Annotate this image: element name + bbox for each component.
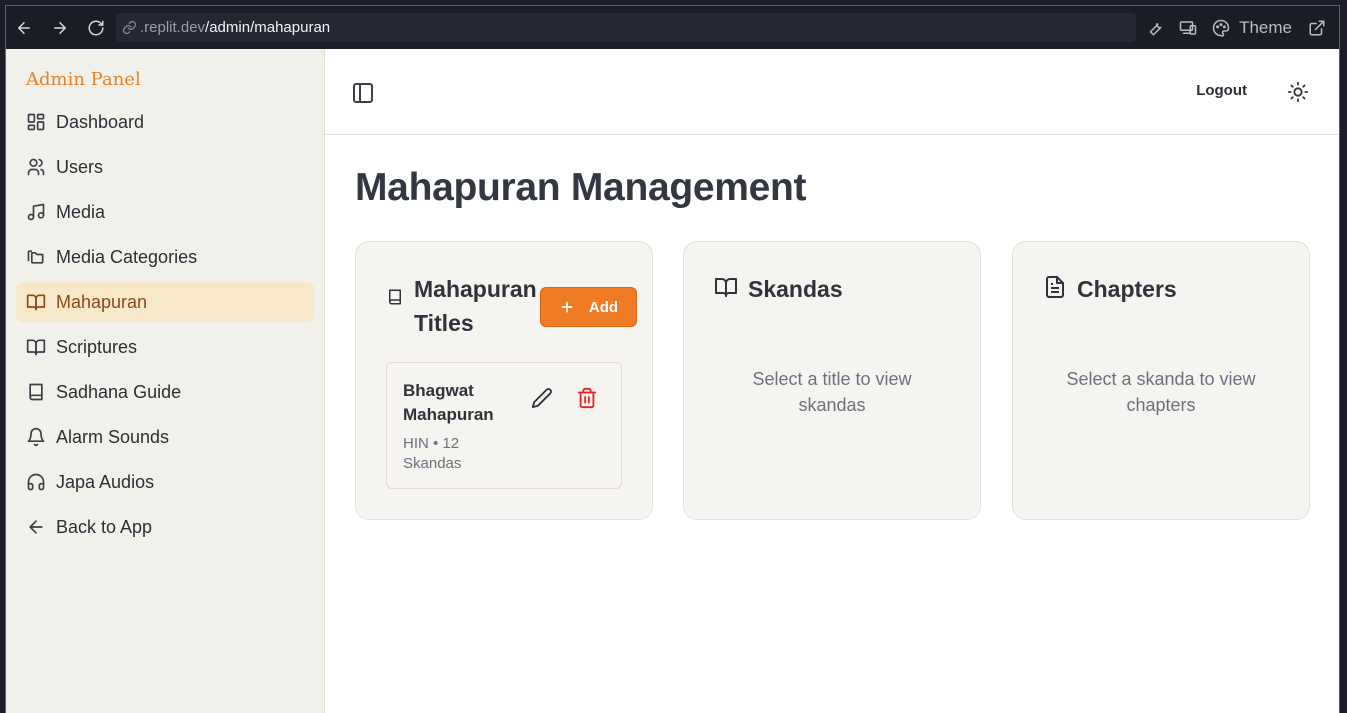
- book-open-icon: [26, 339, 46, 356]
- chapters-card-header: Chapters: [1043, 272, 1177, 306]
- dashboard-icon: [27, 113, 45, 131]
- sidebar-item-back-to-app[interactable]: Back to App: [16, 507, 314, 547]
- users-icon: [27, 158, 45, 176]
- pencil-icon[interactable]: [531, 387, 553, 409]
- sidebar-item-label: Dashboard: [56, 111, 145, 132]
- sun-icon[interactable]: [1287, 81, 1309, 103]
- sidebar-item-label: Sadhana Guide: [56, 381, 182, 402]
- headphones-icon: [27, 473, 45, 491]
- sidebar-item-label: Alarm Sounds: [56, 426, 170, 447]
- skandas-card: Skandas Select a title to view skandas: [683, 241, 981, 520]
- palette-icon[interactable]: [1204, 6, 1237, 49]
- book-open-icon: [26, 294, 46, 311]
- skandas-empty-message: Select a title to view skandas: [752, 369, 912, 415]
- chapters-card: Chapters Select a skanda to view chapter…: [1012, 241, 1310, 520]
- sidebar-item-dashboard[interactable]: Dashboard: [16, 102, 314, 142]
- title-item-name: Bhagwat Mahapuran: [403, 381, 494, 424]
- sidebar-item-label: Media: [56, 201, 106, 222]
- theme-button[interactable]: Theme: [1239, 18, 1292, 38]
- sidebar: Admin Panel Dashboard Users Media Media …: [6, 49, 325, 713]
- book-icon: [389, 289, 401, 305]
- chapters-empty-message: Select a skanda to view chapters: [1066, 369, 1256, 415]
- page-title: Mahapuran Management: [355, 166, 807, 209]
- chapters-card-heading: Chapters: [1077, 276, 1177, 302]
- top-header: Logout: [325, 49, 1339, 135]
- external-link-icon[interactable]: [1300, 6, 1333, 49]
- title-list-item[interactable]: Bhagwat Mahapuran HIN • 12 Skandas: [386, 362, 622, 489]
- trash-icon[interactable]: [576, 387, 598, 409]
- titles-card: Mahapuran Titles Add Bhagwat Mahapuran H…: [355, 241, 653, 520]
- link-icon: [122, 20, 137, 35]
- sidebar-item-label: Users: [56, 156, 104, 177]
- url-path: /admin/mahapuran: [205, 19, 331, 36]
- sidebar-item-mahapuran[interactable]: Mahapuran: [16, 282, 314, 322]
- sidebar-toggle-icon[interactable]: [351, 81, 375, 105]
- titles-card-heading: Mahapuran Titles: [414, 276, 537, 336]
- url-bar[interactable]: .replit.dev/admin/mahapuran: [116, 13, 1136, 42]
- sidebar-item-label: Mahapuran: [56, 291, 148, 312]
- sidebar-item-label: Japa Audios: [56, 471, 155, 492]
- url-host: .replit.dev: [140, 19, 206, 36]
- admin-app: Admin Panel Dashboard Users Media Media …: [6, 49, 1339, 713]
- add-button-label: Add: [588, 298, 619, 316]
- skandas-card-header: Skandas: [714, 272, 843, 306]
- devices-icon[interactable]: [1171, 6, 1204, 49]
- browser-window: .replit.dev/admin/mahapuran Theme Admin …: [5, 5, 1340, 713]
- sidebar-item-label: Back to App: [56, 516, 153, 537]
- sidebar-item-media-categories[interactable]: Media Categories: [16, 237, 314, 277]
- file-text-icon: [1046, 276, 1064, 298]
- book-icon: [29, 383, 43, 401]
- sidebar-item-sadhana-guide[interactable]: Sadhana Guide: [16, 372, 314, 412]
- logout-button[interactable]: Logout: [1196, 82, 1247, 99]
- back-arrow-icon[interactable]: [6, 6, 42, 49]
- title-item-meta: HIN • 12 Skandas: [403, 435, 462, 472]
- sidebar-item-scriptures[interactable]: Scriptures: [16, 327, 314, 367]
- book-open-icon: [715, 278, 737, 297]
- add-title-button[interactable]: Add: [540, 287, 637, 327]
- sidebar-item-label: Media Categories: [56, 246, 198, 267]
- reload-icon[interactable]: [78, 6, 114, 49]
- music-icon: [27, 203, 45, 221]
- main-content: Logout Mahapuran Management Mahapuran Ti…: [325, 49, 1339, 713]
- skandas-card-heading: Skandas: [748, 276, 843, 302]
- browser-toolbar: .replit.dev/admin/mahapuran Theme: [6, 6, 1339, 49]
- sidebar-item-label: Scriptures: [56, 336, 138, 357]
- bell-icon: [27, 427, 45, 447]
- sidebar-item-alarm-sounds[interactable]: Alarm Sounds: [16, 417, 314, 457]
- brand-title: Admin Panel: [26, 69, 141, 90]
- titles-card-header: Mahapuran Titles: [386, 272, 539, 340]
- sidebar-item-users[interactable]: Users: [16, 147, 314, 187]
- sidebar-item-media[interactable]: Media: [16, 192, 314, 232]
- arrow-left-icon: [29, 520, 43, 534]
- folders-icon: [27, 250, 44, 264]
- forward-arrow-icon[interactable]: [42, 6, 78, 49]
- wrench-icon[interactable]: [1138, 6, 1171, 49]
- plus-icon: [561, 301, 573, 313]
- sidebar-item-japa-audios[interactable]: Japa Audios: [16, 462, 314, 502]
